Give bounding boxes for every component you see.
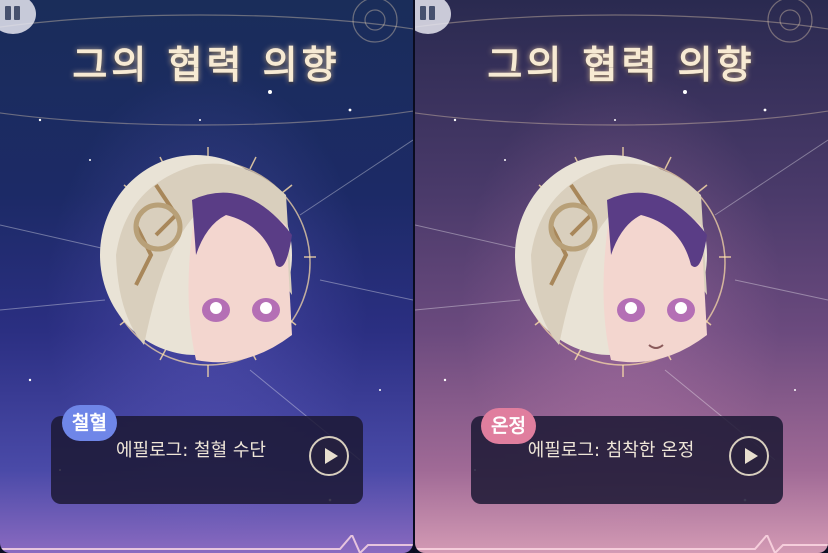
ending-panel-right: 그의 협력 의향 온정 에필로그: 침착한 온정: [415, 0, 828, 553]
ending-tag: 철혈: [62, 405, 117, 441]
page-title: 그의 협력 의향: [72, 42, 341, 87]
pause-icon: [420, 6, 426, 20]
page-title: 그의 협력 의향: [487, 42, 756, 87]
character-portrait: [515, 147, 731, 377]
play-icon[interactable]: [309, 436, 349, 476]
pause-icon: [5, 6, 11, 20]
bottom-wave: [415, 535, 828, 553]
dialog-text: 에필로그: 침착한 온정: [527, 440, 695, 461]
character-portrait: [100, 147, 316, 377]
bottom-wave: [0, 535, 413, 553]
dialog-text: 에필로그: 철혈 수단: [116, 440, 266, 461]
ending-tag: 온정: [481, 408, 536, 444]
ending-panel-left: 그의 협력 의향 철혈 에필로그: 철혈 수단: [0, 0, 413, 553]
play-icon[interactable]: [729, 436, 769, 476]
